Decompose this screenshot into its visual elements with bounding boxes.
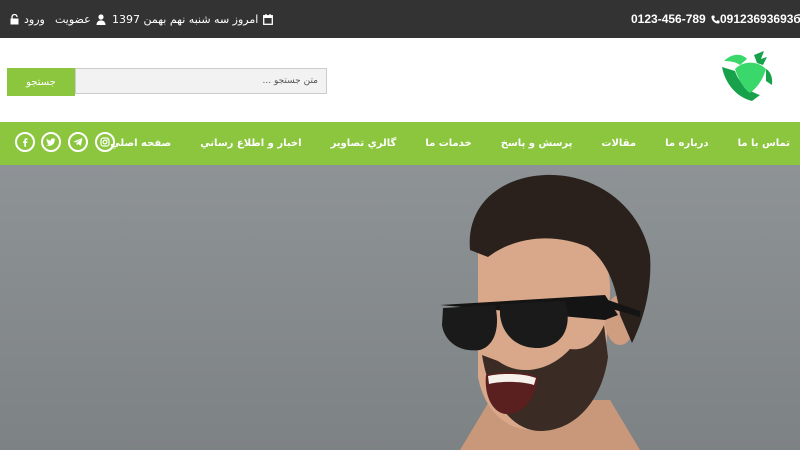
- instagram-icon[interactable]: [95, 132, 115, 152]
- nav-item-home[interactable]: صفحه اصلي: [110, 138, 171, 149]
- register-label: عضویت: [55, 12, 91, 26]
- twitter-icon[interactable]: [41, 132, 61, 152]
- main-nav: صفحه اصلي اخبار و اطلاع رساني گالري تصاو…: [0, 122, 800, 165]
- top-bar: ورود عضویت امروز سه شنبه نهم بهمن 1397 0…: [0, 0, 800, 38]
- search-input[interactable]: [75, 68, 327, 94]
- nav-item-services[interactable]: خدمات ما: [425, 138, 471, 149]
- hero-banner: [0, 165, 800, 450]
- login-label: ورود: [24, 12, 45, 26]
- phone-2[interactable]: 09123693693б: [720, 0, 800, 38]
- nav-item-contact[interactable]: تماس با ما: [738, 138, 790, 149]
- register-link[interactable]: عضویت: [55, 0, 106, 38]
- site-logo[interactable]: [714, 45, 774, 105]
- nav-item-faq[interactable]: پرسش و پاسخ: [501, 138, 573, 149]
- hero-image: [440, 174, 651, 450]
- nav-menu: صفحه اصلي اخبار و اطلاع رساني گالري تصاو…: [110, 122, 790, 165]
- date-text: امروز سه شنبه نهم بهمن 1397: [112, 12, 259, 26]
- phone-1[interactable]: 0123-456-789: [631, 0, 720, 38]
- nav-item-news[interactable]: اخبار و اطلاع رساني: [200, 138, 301, 149]
- nav-item-articles[interactable]: مقالات: [601, 138, 636, 149]
- nav-item-gallery[interactable]: گالري تصاوير: [331, 138, 397, 149]
- calendar-icon: [263, 13, 274, 25]
- phone-1-text: 0123-456-789: [631, 12, 706, 26]
- user-icon: [96, 13, 106, 25]
- login-link[interactable]: ورود: [10, 0, 45, 38]
- telegram-icon[interactable]: [68, 132, 88, 152]
- nav-item-about[interactable]: درباره ما: [665, 138, 709, 149]
- lock-icon: [10, 13, 19, 25]
- search-button[interactable]: جستجو: [7, 68, 75, 96]
- facebook-icon[interactable]: [15, 132, 35, 152]
- phone-2-text: 09123693693б: [720, 12, 800, 26]
- date-display: امروز سه شنبه نهم بهمن 1397: [112, 0, 274, 38]
- site-header: جستجو: [0, 38, 800, 122]
- phone-icon: [711, 14, 720, 24]
